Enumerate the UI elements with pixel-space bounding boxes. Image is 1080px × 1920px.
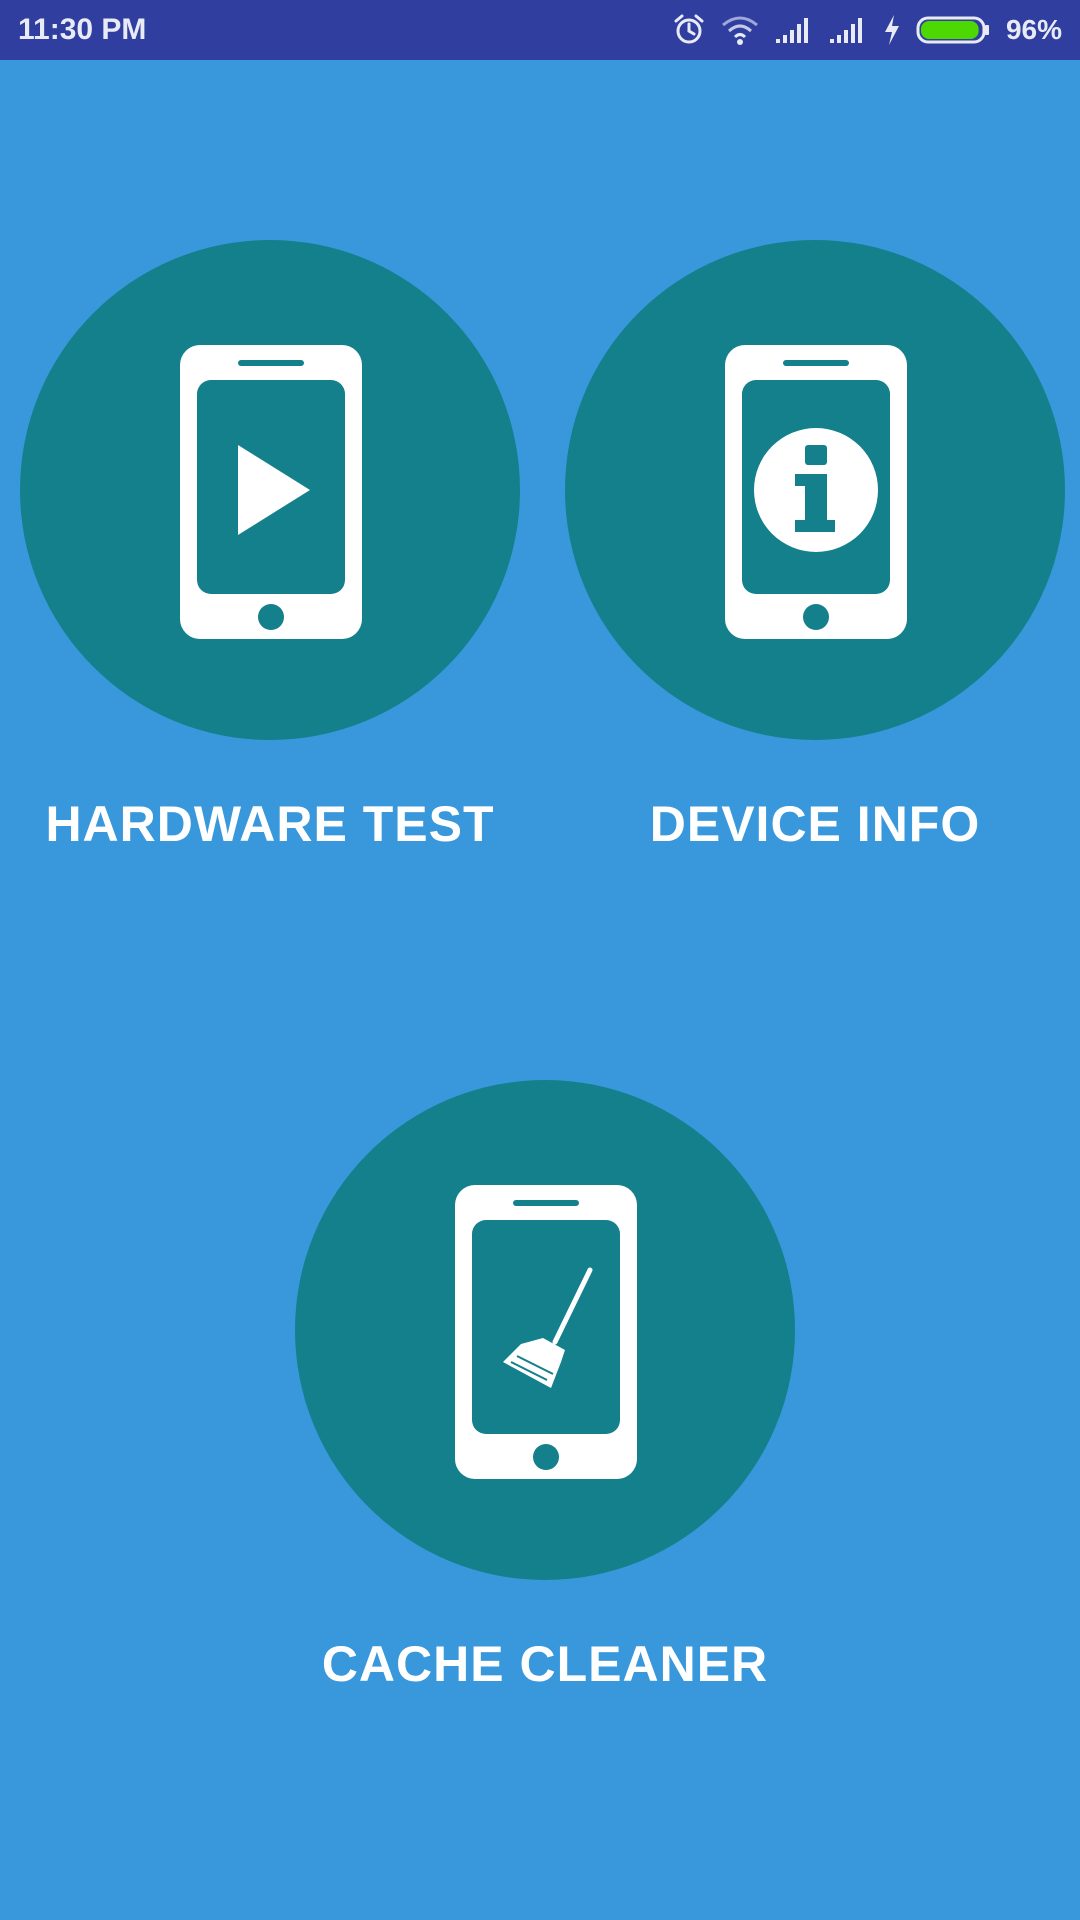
cache-cleaner-button[interactable] bbox=[295, 1080, 795, 1580]
device-info-button[interactable] bbox=[565, 240, 1065, 740]
phone-info-icon bbox=[725, 345, 907, 639]
battery-percent: 96% bbox=[1005, 14, 1062, 45]
hardware-test-button[interactable] bbox=[20, 240, 520, 740]
cache-cleaner-label: CACHE CLEANER bbox=[321, 1636, 769, 1692]
status-time: 11:30 PM bbox=[18, 13, 147, 46]
status-icons: 96% bbox=[672, 0, 1062, 60]
charging-icon bbox=[882, 13, 902, 47]
device-info-label: DEVICE INFO bbox=[649, 796, 981, 852]
battery-icon bbox=[916, 13, 992, 47]
alarm-icon bbox=[672, 13, 706, 47]
hardware-test-label: HARDWARE TEST bbox=[45, 796, 495, 852]
cache-cleaner-tile[interactable]: CACHE CLEANER bbox=[295, 1080, 795, 1700]
status-bar: 11:30 PM 96% bbox=[0, 0, 1080, 60]
hardware-test-tile[interactable]: HARDWARE TEST bbox=[20, 240, 520, 860]
device-info-tile[interactable]: DEVICE INFO bbox=[565, 240, 1065, 860]
signal-icon bbox=[828, 13, 868, 47]
phone-broom-icon bbox=[455, 1185, 637, 1479]
phone-play-icon bbox=[180, 345, 362, 639]
wifi-icon bbox=[720, 13, 760, 47]
signal-icon bbox=[774, 13, 814, 47]
